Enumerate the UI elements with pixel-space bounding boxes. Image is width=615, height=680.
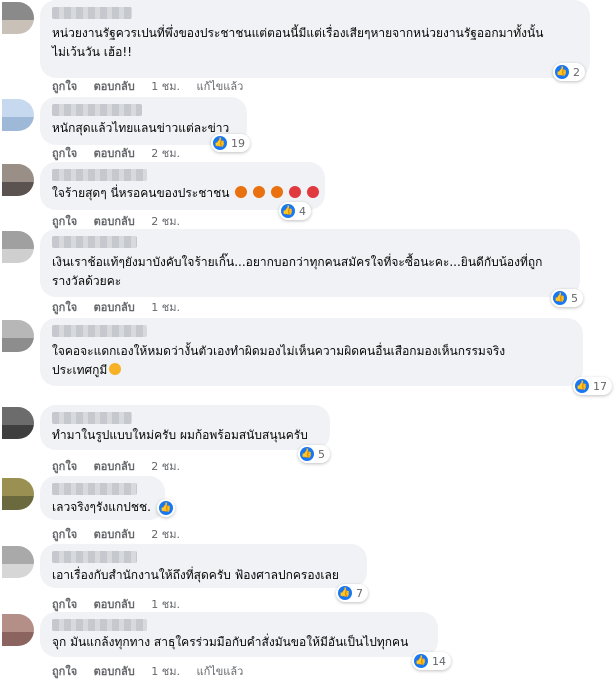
avatar[interactable] xyxy=(2,546,34,578)
commenter-name-redacted[interactable] xyxy=(52,483,137,495)
comment-text-line: ใจคอจะแดกเองให้หมดว่างั้นตัวเองทำผิดมองไ… xyxy=(52,344,506,358)
comment-text-line: หนักสุดแล้วไทยแลนข่าวแต่ละข่าว xyxy=(52,121,230,135)
like-button[interactable]: ถูกใจ xyxy=(52,80,77,93)
reply-button[interactable]: ตอบกลับ xyxy=(94,80,135,93)
timestamp[interactable]: 2 ชม. xyxy=(151,215,180,228)
like-button[interactable]: ถูกใจ xyxy=(52,528,77,541)
like-icon: 👍 xyxy=(575,379,589,393)
avatar[interactable] xyxy=(2,231,34,263)
comment-actions: ถูกใจ ตอบกลับ 1 ชม. แก้ไขแล้ว xyxy=(52,662,256,680)
rage-emoji-icon xyxy=(270,186,283,198)
reaction-count[interactable]: 👍 5 xyxy=(298,445,330,463)
comment-bubble: หน่วยงานรัฐควรเปนที่พึ่งของประชาชนแต่ตอน… xyxy=(40,0,590,78)
like-button[interactable]: ถูกใจ xyxy=(52,215,77,228)
timestamp[interactable]: 1 ชม. xyxy=(151,301,180,314)
avatar[interactable] xyxy=(2,478,34,510)
like-icon: 👍 xyxy=(338,586,352,600)
reply-button[interactable]: ตอบกลับ xyxy=(94,147,135,160)
comment-actions: ถูกใจ ตอบกลับ 2 ชม. xyxy=(52,525,193,543)
comment-text-line: เลวจริงๆรังแกปชช. xyxy=(52,500,151,514)
like-button[interactable]: ถูกใจ xyxy=(52,301,77,314)
timestamp[interactable]: 1 ชม. xyxy=(151,665,180,678)
like-icon: 👍 xyxy=(281,204,295,218)
angry-emoji-icon xyxy=(288,186,301,198)
comment-text-line: เงินเราช้อแท้ๆยังมาบังคับใจร้ายเกิ๊น...อ… xyxy=(52,255,543,269)
comment-text-line: รางวัลด้วยคะ xyxy=(52,274,122,288)
commenter-name-redacted[interactable] xyxy=(52,619,147,631)
commenter-name-redacted[interactable] xyxy=(52,412,132,424)
commenter-name-redacted[interactable] xyxy=(52,325,147,337)
timestamp[interactable]: 2 ชม. xyxy=(151,460,180,473)
like-icon: 👍 xyxy=(300,447,314,461)
reply-button[interactable]: ตอบกลับ xyxy=(94,528,135,541)
commenter-name-redacted[interactable] xyxy=(52,104,142,116)
commenter-name-redacted[interactable] xyxy=(52,7,132,19)
timestamp[interactable]: 2 ชม. xyxy=(151,528,180,541)
reply-button[interactable]: ตอบกลับ xyxy=(94,598,135,611)
like-button[interactable]: ถูกใจ xyxy=(52,598,77,611)
avatar[interactable] xyxy=(2,164,34,196)
reaction-count[interactable]: 👍 4 xyxy=(279,202,311,220)
edited-label: แก้ไขแล้ว xyxy=(196,80,244,93)
angry-emoji-icon xyxy=(306,186,319,198)
timestamp[interactable]: 2 ชม. xyxy=(151,147,180,160)
comment-text-line: ประเทศกูมี xyxy=(52,361,122,380)
like-icon: 👍 xyxy=(555,65,569,79)
avatar[interactable] xyxy=(2,614,34,646)
comment-text-line: ทำมาในรูปแบบใหม่ครับ ผมก้อพร้อมสนับสนุนค… xyxy=(52,428,308,442)
like-icon: 👍 xyxy=(553,291,567,305)
comment-actions: ถูกใจ ตอบกลับ 1 ชม. xyxy=(52,595,193,613)
rage-emoji-icon xyxy=(235,186,248,198)
avatar[interactable] xyxy=(2,2,34,34)
comment-actions: ถูกใจ ตอบกลับ 2 ชม. xyxy=(52,457,193,475)
reaction-count[interactable]: 👍 19 xyxy=(211,134,250,152)
comment-bubble: เอาเรื่องกับสำนักงานให้ถึงที่สุดครับ ฟ้อ… xyxy=(40,544,367,588)
reply-button[interactable]: ตอบกลับ xyxy=(94,665,135,678)
avatar[interactable] xyxy=(2,320,34,352)
reaction-count[interactable]: 👍 5 xyxy=(551,289,583,307)
like-icon: 👍 xyxy=(159,501,173,515)
comment-text-line: จุก มันแกล้งทุกทาง สาธุใครร่วมมือกับคำสั… xyxy=(52,635,409,649)
comment-bubble: จุก มันแกล้งทุกทาง สาธุใครร่วมมือกับคำสั… xyxy=(40,612,438,657)
comment-actions: ถูกใจ ตอบกลับ 1 ชม. xyxy=(52,298,193,316)
comment-actions: ถูกใจ ตอบกลับ 1 ชม. แก้ไขแล้ว xyxy=(52,77,256,95)
timestamp[interactable]: 1 ชม. xyxy=(151,80,180,93)
commenter-name-redacted[interactable] xyxy=(52,551,137,563)
comment-actions: ถูกใจ ตอบกลับ 2 ชม. xyxy=(52,144,193,162)
reaction-count[interactable]: 👍 2 xyxy=(553,63,585,81)
commenter-name-redacted[interactable] xyxy=(52,169,147,181)
comment-text-line: ใจร้ายสุดๆ นี่หรอคนของประชาชน xyxy=(52,184,319,203)
like-button[interactable]: ถูกใจ xyxy=(52,460,77,473)
reaction-count[interactable]: 👍 7 xyxy=(336,584,368,602)
reaction-count[interactable]: 👍 14 xyxy=(412,652,451,670)
comment-bubble: ทำมาในรูปแบบใหม่ครับ ผมก้อพร้อมสนับสนุนค… xyxy=(40,405,330,450)
reply-button[interactable]: ตอบกลับ xyxy=(94,215,135,228)
timestamp[interactable]: 1 ชม. xyxy=(151,598,180,611)
rage-emoji-icon xyxy=(253,186,266,198)
like-button[interactable]: ถูกใจ xyxy=(52,665,77,678)
commenter-name-redacted[interactable] xyxy=(52,236,137,248)
reply-button[interactable]: ตอบกลับ xyxy=(94,301,135,314)
like-icon: 👍 xyxy=(414,654,428,668)
like-icon: 👍 xyxy=(213,136,227,150)
reaction-count[interactable]: 👍 17 xyxy=(573,377,612,395)
avatar[interactable] xyxy=(2,99,34,131)
reply-button[interactable]: ตอบกลับ xyxy=(94,460,135,473)
comment-text-line: หน่วยงานรัฐควรเปนที่พึ่งของประชาชนแต่ตอน… xyxy=(52,26,544,40)
comment-text-line: เอาเรื่องกับสำนักงานให้ถึงที่สุดครับ ฟ้อ… xyxy=(52,568,339,582)
edited-label: แก้ไขแล้ว xyxy=(196,665,244,678)
comment-bubble: เลวจริงๆรังแกปชช. xyxy=(40,476,165,520)
like-button[interactable]: ถูกใจ xyxy=(52,147,77,160)
sad-emoji-icon xyxy=(109,363,122,375)
avatar[interactable] xyxy=(2,407,34,439)
comment-text-line: ไม่เว้นวัน เฮ้อ!! xyxy=(52,45,132,59)
comment-bubble: เงินเราช้อแท้ๆยังมาบังคับใจร้ายเกิ๊น...อ… xyxy=(40,229,580,297)
comment-actions: ถูกใจ ตอบกลับ 2 ชม. xyxy=(52,212,193,230)
reaction-count[interactable]: 👍 xyxy=(157,499,175,517)
comment-bubble: ใจคอจะแดกเองให้หมดว่างั้นตัวเองทำผิดมองไ… xyxy=(40,318,583,386)
